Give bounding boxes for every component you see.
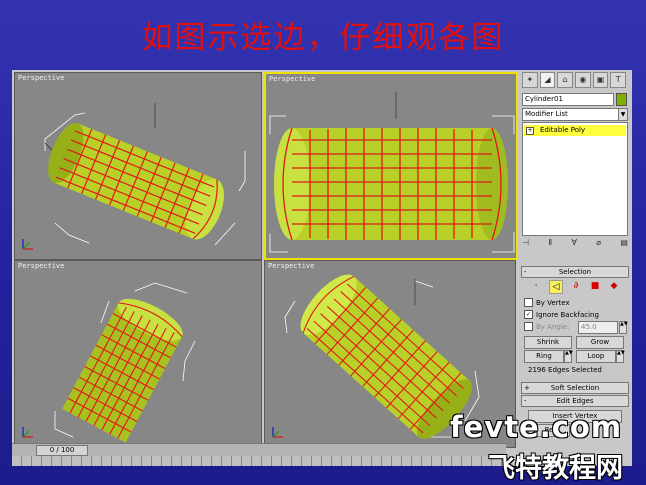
collapse-icon: - xyxy=(524,397,527,405)
edit-edges-rollout-header[interactable]: - Edit Edges xyxy=(521,395,629,407)
stack-item-label: Editable Poly xyxy=(540,126,586,134)
edit-edges-title: Edit Edges xyxy=(556,397,594,405)
ignore-backfacing-row[interactable]: ✓ Ignore Backfacing xyxy=(524,310,599,319)
ignore-backfacing-label: Ignore Backfacing xyxy=(536,310,599,319)
by-angle-row[interactable]: By Angle: xyxy=(524,322,569,331)
show-end-result-icon[interactable]: Ⅱ xyxy=(548,238,552,250)
selection-rollout-title: Selection xyxy=(558,268,592,276)
ignore-backfacing-checkbox[interactable]: ✓ xyxy=(524,310,533,319)
vertex-icon[interactable]: · xyxy=(530,280,542,292)
subobject-selector: · ◁ ∂ ■ ◆ xyxy=(530,280,620,294)
make-unique-icon[interactable]: ∀ xyxy=(572,238,577,250)
time-slider-track[interactable]: 0 / 100 xyxy=(12,443,506,456)
stack-item-editable-poly[interactable]: + Editable Poly xyxy=(524,125,626,136)
by-vertex-checkbox[interactable] xyxy=(524,298,533,307)
polygon-icon[interactable]: ■ xyxy=(589,280,601,292)
chevron-down-icon[interactable]: ▼ xyxy=(618,109,627,120)
motion-icon[interactable]: ◉ xyxy=(575,72,591,88)
viewport-top-left[interactable]: Perspective xyxy=(14,72,262,260)
expand-icon[interactable]: + xyxy=(526,127,534,135)
object-name-field[interactable]: Cylinder01 xyxy=(522,93,614,106)
element-icon[interactable]: ◆ xyxy=(608,280,620,292)
command-panel: ✦ ◢ ⌂ ◉ ▣ T Cylinder01 Modifier List ▼ +… xyxy=(518,70,632,466)
max-window: Perspective Perspective Perspective Pers… xyxy=(12,70,632,466)
soft-selection-rollout-header[interactable]: + Soft Selection xyxy=(521,382,629,394)
stack-toolbar: ⊣ Ⅱ ∀ ⌀ ▤ xyxy=(522,238,628,250)
watermark-domain: fevte.com xyxy=(450,410,623,444)
create-icon[interactable]: ✦ xyxy=(522,72,538,88)
angle-spinner[interactable]: ▲▼ xyxy=(619,321,628,334)
modifier-list-dropdown[interactable]: Modifier List ▼ xyxy=(522,108,628,121)
selection-status: 2196 Edges Selected xyxy=(528,366,602,374)
viewport-bottom-left[interactable]: Perspective xyxy=(14,260,262,448)
soft-selection-title: Soft Selection xyxy=(550,384,600,392)
modifier-list-label: Modifier List xyxy=(525,110,568,118)
shrink-button[interactable]: Shrink xyxy=(524,336,572,349)
ring-button[interactable]: Ring xyxy=(524,350,564,363)
modify-icon[interactable]: ◢ xyxy=(539,72,556,88)
time-slider[interactable]: 0 / 100 xyxy=(36,445,88,456)
ring-spinner[interactable]: ▲▼ xyxy=(564,350,573,363)
grow-button[interactable]: Grow xyxy=(576,336,624,349)
edge-icon[interactable]: ◁ xyxy=(549,280,563,294)
loop-spinner[interactable]: ▲▼ xyxy=(616,350,625,363)
selection-rollout-header[interactable]: - Selection xyxy=(521,266,629,278)
display-icon[interactable]: ▣ xyxy=(592,72,609,88)
by-vertex-row[interactable]: By Vertex xyxy=(524,298,570,307)
watermark-site-name: 飞特教程网 xyxy=(488,453,623,484)
cylinder-mesh-top-right xyxy=(269,92,515,253)
cylinder-mesh-top-left xyxy=(22,103,246,250)
collapse-icon: - xyxy=(524,268,527,276)
hierarchy-icon[interactable]: ⌂ xyxy=(557,72,574,88)
command-panel-tabs: ✦ ◢ ⌂ ◉ ▣ T xyxy=(522,72,628,88)
object-color-swatch[interactable] xyxy=(616,93,627,106)
cylinder-mesh-bottom-left xyxy=(22,282,196,443)
by-vertex-label: By Vertex xyxy=(536,298,570,307)
track-bar[interactable] xyxy=(12,456,506,466)
remove-modifier-icon[interactable]: ⌀ xyxy=(596,238,601,250)
utilities-icon[interactable]: T xyxy=(610,72,627,88)
angle-value-field[interactable]: 45.0 xyxy=(578,321,618,334)
viewport-top-right[interactable]: Perspective xyxy=(264,72,518,260)
border-icon[interactable]: ∂ xyxy=(570,280,582,292)
loop-button[interactable]: Loop xyxy=(576,350,616,363)
expand-icon: + xyxy=(524,384,530,392)
modifier-stack[interactable]: + Editable Poly xyxy=(522,122,628,236)
by-angle-label: By Angle: xyxy=(536,322,570,331)
configure-sets-icon[interactable]: ▤ xyxy=(620,238,628,250)
by-angle-checkbox[interactable] xyxy=(524,322,533,331)
pin-stack-icon[interactable]: ⊣ xyxy=(522,238,529,250)
slide-title: 如图示选边，仔细观各图 xyxy=(141,20,505,56)
